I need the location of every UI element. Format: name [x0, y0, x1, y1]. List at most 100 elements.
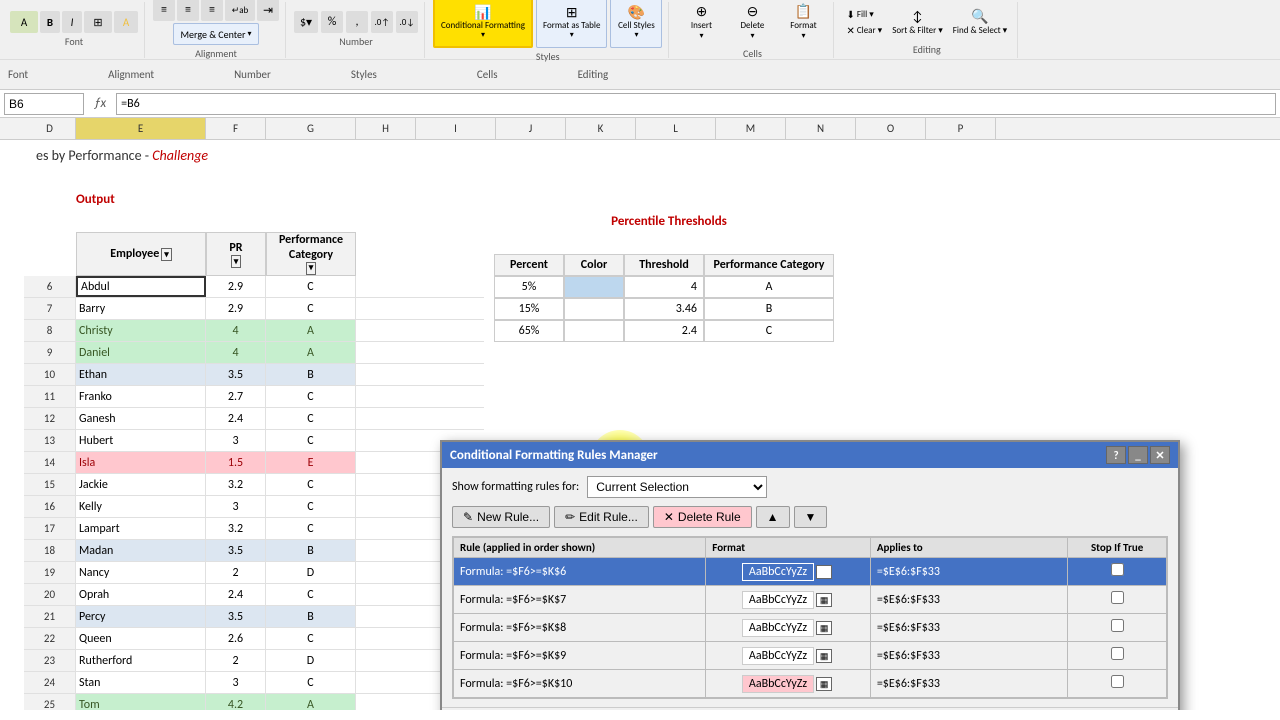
- find-select-button[interactable]: 🔍 Find & Select ▾: [949, 4, 1011, 40]
- employee-cell[interactable]: Rutherford: [76, 650, 206, 671]
- category-cell[interactable]: B: [266, 364, 356, 385]
- perf-filter-icon[interactable]: ▾: [306, 262, 317, 275]
- currency-icon[interactable]: $▾: [294, 11, 318, 33]
- table-row[interactable]: 17Lampart3.2C: [24, 518, 484, 540]
- stop-if-true-checkbox[interactable]: [1111, 647, 1124, 660]
- pr-cell[interactable]: 4.2: [206, 694, 266, 710]
- table-row[interactable]: 21Percy3.5B: [24, 606, 484, 628]
- pr-cell[interactable]: 3: [206, 430, 266, 451]
- pr-cell[interactable]: 3.5: [206, 364, 266, 385]
- employee-cell[interactable]: Queen: [76, 628, 206, 649]
- pr-cell[interactable]: 3.5: [206, 606, 266, 627]
- category-cell[interactable]: A: [266, 694, 356, 710]
- table-row[interactable]: 19Nancy2D: [24, 562, 484, 584]
- dialog-help-button[interactable]: ?: [1106, 446, 1126, 464]
- table-row[interactable]: 11Franko2.7C: [24, 386, 484, 408]
- table-row[interactable]: 25Tom4.2A: [24, 694, 484, 710]
- formula-content[interactable]: =B6: [116, 93, 1276, 115]
- table-row[interactable]: 16Kelly3C: [24, 496, 484, 518]
- fill-button[interactable]: ⬇ Fill ▾: [842, 7, 886, 22]
- table-row[interactable]: 7Barry2.9C: [24, 298, 484, 320]
- wrap-text-icon[interactable]: ↵ab: [225, 0, 255, 21]
- category-cell[interactable]: B: [266, 606, 356, 627]
- stop-if-true-checkbox[interactable]: [1111, 591, 1124, 604]
- comma-icon[interactable]: ,: [346, 11, 368, 33]
- move-down-button[interactable]: ▼: [794, 506, 828, 528]
- format-icon-button[interactable]: ▦: [816, 649, 832, 663]
- format-icon-button[interactable]: ▦: [816, 593, 832, 607]
- employee-cell[interactable]: Isla: [76, 452, 206, 473]
- pr-cell[interactable]: 2.7: [206, 386, 266, 407]
- stop-if-true-checkbox[interactable]: [1111, 619, 1124, 632]
- category-cell[interactable]: C: [266, 628, 356, 649]
- borders-icon[interactable]: ⊞: [84, 11, 112, 33]
- pr-cell[interactable]: 4: [206, 320, 266, 341]
- pr-cell[interactable]: 3.2: [206, 474, 266, 495]
- dialog-close-button[interactable]: ✕: [1150, 446, 1170, 464]
- table-row[interactable]: 22Queen2.6C: [24, 628, 484, 650]
- rule-applies-to-cell[interactable]: =$E$6:$F$33: [870, 558, 1067, 586]
- category-cell[interactable]: C: [266, 496, 356, 517]
- category-cell[interactable]: A: [266, 342, 356, 363]
- pr-cell[interactable]: 3: [206, 496, 266, 517]
- pr-cell[interactable]: 2.9: [206, 298, 266, 319]
- rule-stop-cell[interactable]: [1068, 586, 1167, 614]
- category-cell[interactable]: C: [266, 386, 356, 407]
- increase-decimal-icon[interactable]: .0↑: [371, 11, 393, 33]
- employee-cell[interactable]: Kelly: [76, 496, 206, 517]
- rule-row[interactable]: Formula: =$F6>=$K$8AaBbCcYyZz▦=$E$6:$F$3…: [454, 614, 1167, 642]
- employee-cell[interactable]: Madan: [76, 540, 206, 561]
- category-cell[interactable]: A: [266, 320, 356, 341]
- rule-applies-to-cell[interactable]: =$E$6:$F$33: [870, 642, 1067, 670]
- move-up-button[interactable]: ▲: [756, 506, 790, 528]
- delete-rule-button[interactable]: ✕ Delete Rule: [653, 506, 752, 528]
- delete-button[interactable]: ⊖ Delete ▾: [728, 0, 776, 45]
- employee-cell[interactable]: Jackie: [76, 474, 206, 495]
- employee-cell[interactable]: Stan: [76, 672, 206, 693]
- rule-stop-cell[interactable]: [1068, 670, 1167, 698]
- rules-scroll-container[interactable]: Rule (applied in order shown) Format App…: [452, 536, 1168, 699]
- rule-row[interactable]: Formula: =$F6>=$K$10AaBbCcYyZz▦=$E$6:$F$…: [454, 670, 1167, 698]
- pr-cell[interactable]: 2.9: [206, 276, 266, 297]
- fill-color-icon[interactable]: A: [114, 11, 138, 33]
- table-row[interactable]: 10Ethan3.5B: [24, 364, 484, 386]
- employee-cell[interactable]: Percy: [76, 606, 206, 627]
- pr-cell[interactable]: 3.2: [206, 518, 266, 539]
- percent-icon[interactable]: %: [321, 11, 343, 33]
- rule-applies-to-cell[interactable]: =$E$6:$F$33: [870, 614, 1067, 642]
- table-row[interactable]: 20Oprah2.4C: [24, 584, 484, 606]
- employee-cell[interactable]: Nancy: [76, 562, 206, 583]
- align-left-icon[interactable]: ≡: [153, 0, 175, 21]
- category-cell[interactable]: C: [266, 584, 356, 605]
- new-rule-button[interactable]: ✎ New Rule...: [452, 506, 550, 528]
- table-row[interactable]: 23Rutherford2D: [24, 650, 484, 672]
- show-rules-select[interactable]: Current Selection: [587, 476, 767, 498]
- category-cell[interactable]: D: [266, 650, 356, 671]
- table-row[interactable]: 9Daniel4A: [24, 342, 484, 364]
- conditional-formatting-button[interactable]: 📊 Conditional Formatting ▾: [433, 0, 533, 48]
- category-cell[interactable]: C: [266, 298, 356, 319]
- employee-filter-icon[interactable]: ▾: [161, 248, 172, 261]
- pr-cell[interactable]: 1.5: [206, 452, 266, 473]
- employee-cell[interactable]: Ganesh: [76, 408, 206, 429]
- pr-cell[interactable]: 2.4: [206, 408, 266, 429]
- table-row[interactable]: 6Abdul2.9C: [24, 276, 484, 298]
- insert-button[interactable]: ⊕ Insert ▾: [677, 0, 725, 45]
- table-row[interactable]: 24Stan3C: [24, 672, 484, 694]
- category-cell[interactable]: C: [266, 474, 356, 495]
- category-cell[interactable]: E: [266, 452, 356, 473]
- rule-stop-cell[interactable]: [1068, 558, 1167, 586]
- pr-cell[interactable]: 2.6: [206, 628, 266, 649]
- rule-stop-cell[interactable]: [1068, 642, 1167, 670]
- percentile-row[interactable]: 5%4A: [494, 276, 844, 298]
- pr-cell[interactable]: 4: [206, 342, 266, 363]
- align-right-icon[interactable]: ≡: [201, 0, 223, 21]
- category-cell[interactable]: C: [266, 408, 356, 429]
- table-row[interactable]: 18Madan3.5B: [24, 540, 484, 562]
- rule-row[interactable]: Formula: =$F6>=$K$9AaBbCcYyZz▦=$E$6:$F$3…: [454, 642, 1167, 670]
- employee-cell[interactable]: Abdul: [76, 276, 206, 297]
- bold-icon[interactable]: B: [40, 11, 60, 33]
- table-row[interactable]: 13Hubert3C: [24, 430, 484, 452]
- employee-cell[interactable]: Barry: [76, 298, 206, 319]
- sort-filter-button[interactable]: ↕ Sort & Filter ▾: [888, 4, 947, 40]
